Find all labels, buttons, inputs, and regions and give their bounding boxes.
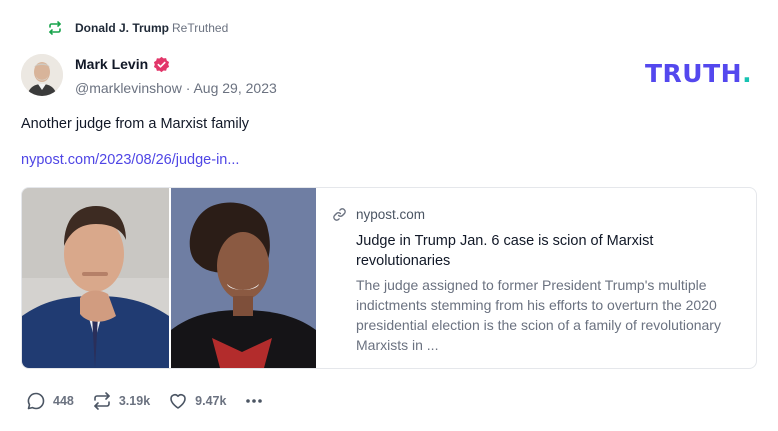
logo-dot: . — [742, 59, 753, 88]
verified-badge-icon — [153, 56, 170, 73]
more-options-button[interactable] — [244, 391, 271, 411]
like-count: 9.47k — [195, 394, 227, 408]
retruth-button[interactable]: 3.19k — [92, 391, 150, 411]
retruth-icon — [92, 391, 112, 411]
heart-icon — [168, 391, 188, 411]
link-preview-card[interactable]: nypost.com Judge in Trump Jan. 6 case is… — [21, 187, 757, 369]
post-link[interactable]: nypost.com/2023/08/26/judge-in... — [21, 152, 239, 168]
link-icon — [332, 207, 347, 222]
card-domain: nypost.com — [356, 206, 426, 222]
card-image — [22, 188, 316, 368]
retruth-count: 3.19k — [118, 394, 151, 408]
card-title: Judge in Trump Jan. 6 case is scion of M… — [356, 233, 654, 269]
reply-button[interactable]: 448 — [26, 391, 74, 411]
reply-count: 448 — [53, 394, 74, 408]
logo-text: TRUTH — [645, 59, 743, 88]
author-name[interactable]: Mark Levin — [75, 56, 148, 72]
card-content: nypost.com Judge in Trump Jan. 6 case is… — [316, 188, 756, 368]
reply-icon — [26, 391, 46, 411]
post-author: Mark Levin @marklevinshow · Aug 29, 2023 — [75, 55, 277, 96]
retruth-icon — [47, 20, 63, 36]
card-description: The judge assigned to former President T… — [356, 277, 721, 353]
truth-social-logo: TRUTH. — [645, 60, 752, 88]
retruth-banner: Donald J. Trump ReTruthed — [47, 19, 228, 37]
author-handle-date: @marklevinshow · Aug 29, 2023 — [75, 80, 277, 96]
post-actions: 448 3.19k 9.47k — [26, 389, 271, 413]
retruth-label: ReTruthed — [172, 21, 229, 35]
like-button[interactable]: 9.47k — [168, 391, 226, 411]
avatar[interactable] — [21, 54, 63, 96]
post-text: Another judge from a Marxist family — [21, 116, 250, 132]
retruth-user-link[interactable]: Donald J. Trump — [75, 21, 169, 35]
more-icon — [244, 391, 264, 411]
